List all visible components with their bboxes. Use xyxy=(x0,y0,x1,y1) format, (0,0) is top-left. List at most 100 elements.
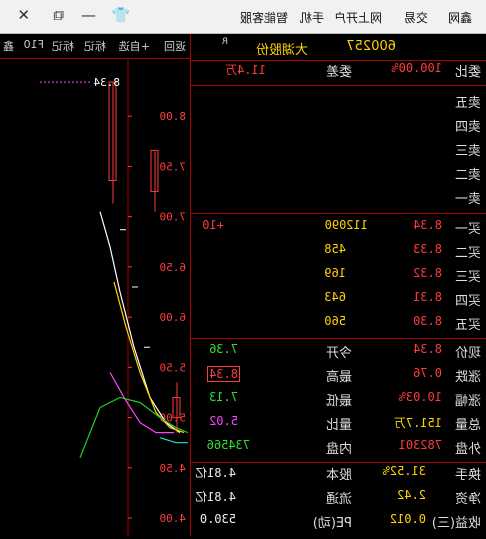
quote-label: 现价 xyxy=(454,346,481,361)
wei-cha-label: 委差 xyxy=(325,65,352,80)
quote-row: 涨幅 10.03% 最低 7.13 xyxy=(191,390,486,414)
buy-volume: 169 xyxy=(324,266,346,280)
quote-label: 今开 xyxy=(325,346,352,361)
buy-price: 8.31 xyxy=(413,290,442,304)
sell-label: 卖三 xyxy=(454,144,481,159)
menu-item[interactable]: 智能客服 xyxy=(240,9,288,26)
shirt-icon[interactable]: 👕 xyxy=(111,6,130,24)
kline-svg: 8.007.507.006.506.005.505.004.504.008.34 xyxy=(40,60,189,536)
quote-row: 外盘 782301 内盘 734566 xyxy=(191,438,486,462)
buy-label: 买四 xyxy=(454,294,481,309)
tab-add-favorite[interactable]: +自选 xyxy=(119,38,150,54)
stock-code: 600257 xyxy=(346,39,396,54)
buy-change: +10 xyxy=(202,218,224,232)
order-ratio-row: 委比 100.00% 委差 11.4万 xyxy=(191,61,486,85)
sell-row[interactable]: 卖二 xyxy=(191,164,486,188)
buy-price: 8.30 xyxy=(413,314,442,328)
quote-label: 最低 xyxy=(325,394,352,409)
fund-value: 4.81亿 xyxy=(195,466,236,480)
fund-label: 换手 xyxy=(454,468,481,483)
fund-value: 31.52% xyxy=(382,464,426,478)
quote-value: 734566 xyxy=(206,438,250,452)
y-tick-label: 5.50 xyxy=(160,361,187,374)
y-tick-label: 4.50 xyxy=(160,462,187,475)
restore-icon[interactable]: ⧉ xyxy=(53,6,64,24)
y-tick-label: 7.50 xyxy=(160,160,187,173)
quote-value: 5.02 xyxy=(209,414,238,428)
fund-row: 换手 31.52% 股本 4.81亿 xyxy=(191,464,486,488)
fund-value: 4.81亿 xyxy=(195,490,236,504)
buy-price: 8.33 xyxy=(413,242,442,256)
top-toolbar: 鑫网 交易 网上开户 手机 智能客服 👕 — ⧉ ✕ xyxy=(0,0,486,34)
quote-value: 7.36 xyxy=(209,342,238,356)
tab-xin[interactable]: 鑫 xyxy=(3,38,14,54)
app-window: 鑫网 交易 网上开户 手机 智能客服 👕 — ⧉ ✕ R 600257 大湖股份… xyxy=(0,0,486,536)
sell-label: 卖一 xyxy=(454,192,481,207)
quote-value: 7.13 xyxy=(209,390,238,404)
fund-label: 流通 xyxy=(325,492,352,507)
quote-value: 151.7万 xyxy=(393,416,442,430)
buy-row[interactable]: 买四 8.31 643 xyxy=(191,290,486,314)
quote-panel: R 600257 大湖股份 委比 100.00% 委差 11.4万 卖五 卖四 … xyxy=(190,34,486,536)
menu-item[interactable]: 交易 xyxy=(404,9,428,26)
quote-value: 8.34 xyxy=(207,366,240,382)
buy-row[interactable]: 买一 8.34 112090 +10 xyxy=(191,218,486,242)
last-price-label: 8.34 xyxy=(93,76,120,89)
quote-row: 总量 151.7万 量比 5.02 xyxy=(191,414,486,438)
quote-label: 涨幅 xyxy=(454,394,481,409)
buy-label: 买三 xyxy=(454,270,481,285)
fund-label: 收益(三) xyxy=(431,516,481,531)
sell-label: 卖五 xyxy=(454,96,481,111)
fund-value: 530.0 xyxy=(199,512,236,526)
quote-label: 最高 xyxy=(325,370,352,385)
wei-bi-value: 100.00% xyxy=(391,61,442,75)
buy-label: 买五 xyxy=(454,318,481,333)
chart-panel: 返回 +自选 标记 标记 F10 鑫 8.00 7.50 7.00 6.50 6.00 5… xyxy=(0,34,190,536)
buy-row[interactable]: 买三 8.32 169 xyxy=(191,266,486,290)
sell-row[interactable]: 卖五 xyxy=(191,92,486,116)
quote-label: 涨跌 xyxy=(454,370,481,385)
stock-mark: R xyxy=(221,37,228,47)
fund-label: PE(动) xyxy=(312,516,352,531)
kline-chart[interactable]: 8.00 7.50 7.00 6.50 6.00 5.50 5.00 4.50 4.00 8.34 xyxy=(0,60,190,536)
quote-row: 涨跌 0.76 最高 8.34 xyxy=(191,366,486,390)
quote-label: 量比 xyxy=(325,418,352,433)
buy-row[interactable]: 买二 8.33 458 xyxy=(191,242,486,266)
buy-volume: 458 xyxy=(324,242,346,256)
close-icon[interactable]: ✕ xyxy=(17,6,30,24)
buy-row[interactable]: 买五 8.30 560 xyxy=(191,314,486,338)
quote-value: 0.76 xyxy=(413,366,442,380)
tab-mark-2[interactable]: 标记 xyxy=(52,38,74,54)
sell-row[interactable]: 卖一 xyxy=(191,188,486,212)
y-tick-label: 4.00 xyxy=(160,512,187,525)
tab-mark[interactable]: 标记 xyxy=(84,38,106,54)
stock-title: R 600257 大湖股份 xyxy=(191,34,486,61)
wei-bi-label: 委比 xyxy=(454,65,481,80)
tab-back[interactable]: 返回 xyxy=(164,38,186,54)
menu-item[interactable]: 网上开户 xyxy=(334,9,382,26)
tab-f10[interactable]: F10 xyxy=(24,38,44,51)
fund-label: 股本 xyxy=(325,468,352,483)
fund-label: 净资 xyxy=(454,492,481,507)
chart-tabs: 返回 +自选 标记 标记 F10 鑫 xyxy=(0,34,190,59)
buy-label: 买一 xyxy=(454,222,481,237)
sell-label: 卖二 xyxy=(454,168,481,183)
buy-volume: 643 xyxy=(324,290,346,304)
fund-row: 收益(三) 0.012 PE(动) 530.0 xyxy=(191,512,486,536)
buy-volume: 112090 xyxy=(324,218,368,232)
y-tick-label: 8.00 xyxy=(160,110,187,123)
sell-row[interactable]: 卖四 xyxy=(191,116,486,140)
quote-label: 内盘 xyxy=(325,442,352,457)
menu-item[interactable]: 手机 xyxy=(300,9,324,26)
minimize-icon[interactable]: — xyxy=(81,6,96,24)
sell-label: 卖四 xyxy=(454,120,481,135)
quote-label: 外盘 xyxy=(454,442,481,457)
fund-row: 净资 2.42 流通 4.81亿 xyxy=(191,488,486,512)
stock-name: 大湖股份 xyxy=(255,43,308,58)
quote-row: 现价 8.34 今开 7.36 xyxy=(191,342,486,366)
quote-value: 782301 xyxy=(398,438,442,452)
sell-row[interactable]: 卖三 xyxy=(191,140,486,164)
buy-price: 8.32 xyxy=(413,266,442,280)
menu-item[interactable]: 鑫网 xyxy=(448,9,472,26)
y-tick-label: 7.00 xyxy=(160,211,187,224)
